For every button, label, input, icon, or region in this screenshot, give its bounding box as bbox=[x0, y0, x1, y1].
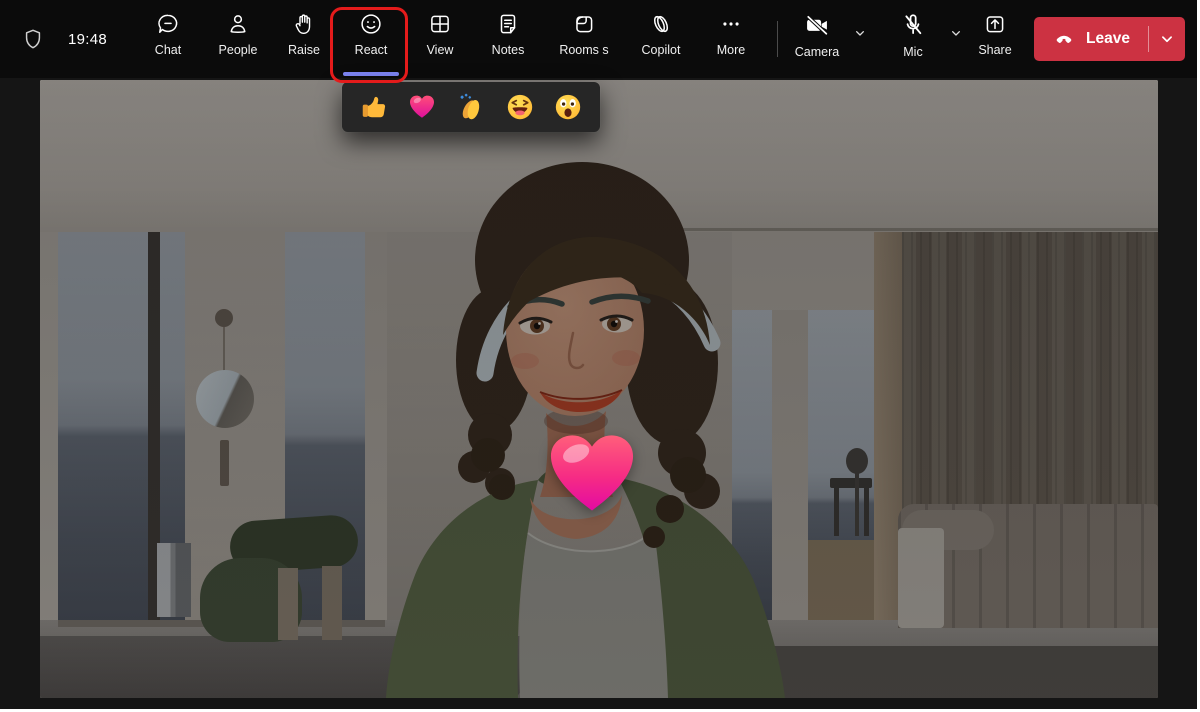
heart-emoji-icon bbox=[407, 92, 437, 122]
thumbs-up-emoji-icon bbox=[359, 92, 389, 122]
share-screen-icon bbox=[982, 11, 1008, 40]
heart-reaction-button[interactable] bbox=[405, 90, 439, 124]
ellipsis-icon bbox=[718, 11, 744, 40]
hang-up-phone-icon bbox=[1052, 25, 1076, 54]
react-label: React bbox=[355, 43, 388, 57]
more-button[interactable]: More bbox=[697, 0, 765, 78]
people-label: People bbox=[219, 43, 258, 57]
shield-icon bbox=[22, 28, 44, 50]
surprised-emoji-icon bbox=[553, 92, 583, 122]
mic-toggle-button[interactable]: Mic bbox=[884, 11, 942, 78]
view-label: View bbox=[427, 43, 454, 57]
more-label: More bbox=[717, 43, 745, 57]
leave-button[interactable]: Leave bbox=[1034, 17, 1185, 61]
raise-hand-button[interactable]: Raise bbox=[273, 0, 335, 78]
avatar-video-tile bbox=[40, 80, 1158, 698]
copilot-button[interactable]: Copilot bbox=[625, 0, 697, 78]
smiley-icon bbox=[358, 11, 384, 40]
leave-label: Leave bbox=[1086, 30, 1130, 48]
clap-emoji-icon bbox=[456, 92, 486, 122]
raise-label: Raise bbox=[288, 43, 320, 57]
share-button[interactable]: Share bbox=[964, 0, 1026, 78]
rooms-icon bbox=[571, 11, 597, 40]
active-tab-underline bbox=[343, 72, 399, 77]
raise-hand-icon bbox=[291, 11, 317, 40]
meeting-timer: 19:48 bbox=[68, 31, 107, 48]
camera-chevron-down-icon[interactable] bbox=[852, 25, 868, 78]
toolbar-divider bbox=[777, 21, 778, 57]
laugh-emoji-icon bbox=[505, 92, 535, 122]
chat-button[interactable]: Chat bbox=[133, 0, 203, 78]
camera-toggle-button[interactable]: Camera bbox=[788, 11, 846, 78]
camera-control: Camera bbox=[788, 0, 884, 78]
video-dim-overlay bbox=[40, 80, 1158, 698]
view-button[interactable]: View bbox=[407, 0, 473, 78]
meeting-stage bbox=[0, 78, 1197, 709]
reactions-popup bbox=[342, 82, 600, 132]
notes-button[interactable]: Notes bbox=[473, 0, 543, 78]
thumbs-up-reaction-button[interactable] bbox=[357, 90, 391, 124]
rooms-label: Rooms s bbox=[559, 43, 608, 57]
mic-control: Mic bbox=[884, 0, 964, 78]
meeting-toolbar: 19:48 Chat People Raise React bbox=[0, 0, 1197, 78]
mic-chevron-down-icon[interactable] bbox=[948, 25, 964, 78]
copilot-label: Copilot bbox=[642, 43, 681, 57]
people-button[interactable]: People bbox=[203, 0, 273, 78]
teams-meeting-window: 19:48 Chat People Raise React bbox=[0, 0, 1197, 709]
chat-bubble-icon bbox=[155, 11, 181, 40]
share-label: Share bbox=[978, 43, 1011, 57]
copilot-icon bbox=[648, 11, 674, 40]
camera-label: Camera bbox=[795, 45, 839, 59]
mic-label: Mic bbox=[903, 45, 922, 59]
clap-reaction-button[interactable] bbox=[454, 90, 488, 124]
camera-off-icon bbox=[803, 11, 831, 42]
chat-label: Chat bbox=[155, 43, 181, 57]
mic-off-icon bbox=[899, 11, 927, 42]
gallery-grid-icon bbox=[427, 11, 453, 40]
rooms-button[interactable]: Rooms s bbox=[543, 0, 625, 78]
notes-label: Notes bbox=[492, 43, 525, 57]
people-icon bbox=[225, 11, 251, 40]
notes-icon bbox=[495, 11, 521, 40]
laugh-reaction-button[interactable] bbox=[503, 90, 537, 124]
react-button[interactable]: React bbox=[335, 0, 407, 78]
floating-heart-reaction bbox=[548, 432, 636, 518]
surprised-reaction-button[interactable] bbox=[551, 90, 585, 124]
leave-chevron-down-icon[interactable] bbox=[1149, 17, 1185, 61]
toolbar-left-group: 19:48 bbox=[0, 0, 133, 78]
